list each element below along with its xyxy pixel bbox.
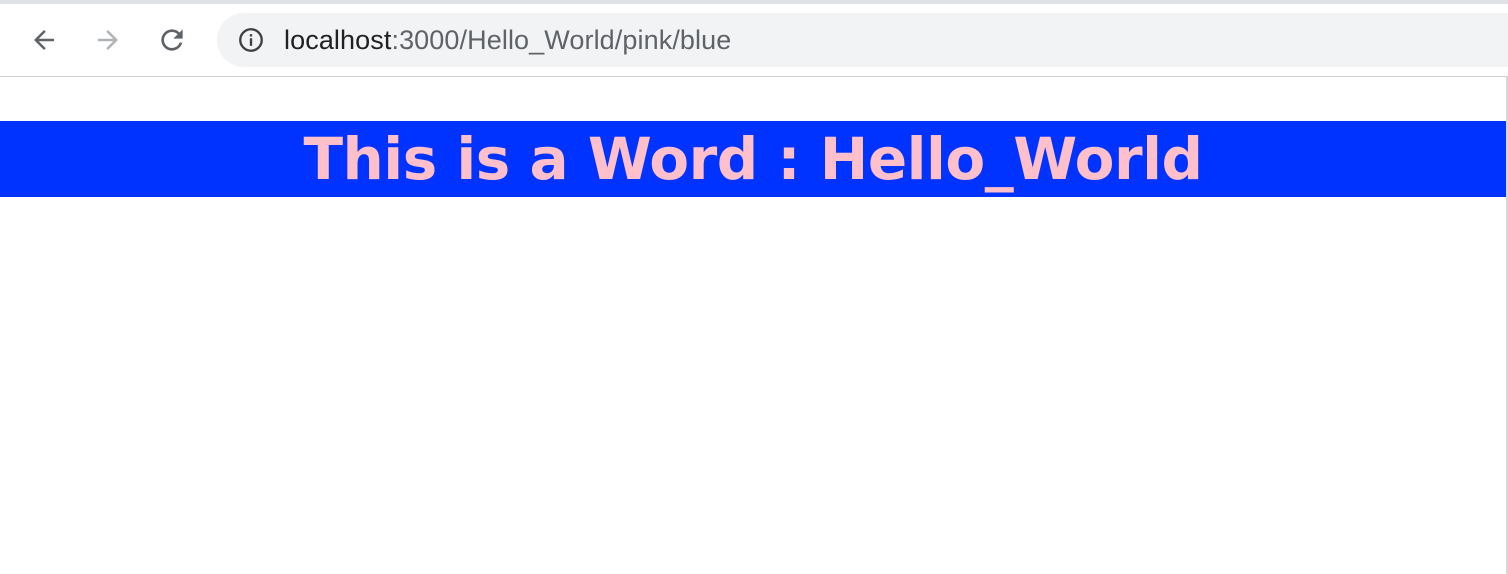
info-icon[interactable]: [236, 25, 266, 55]
url-host: localhost: [284, 24, 392, 55]
reload-button[interactable]: [152, 20, 192, 60]
url-path: :3000/Hello_World/pink/blue: [391, 24, 732, 55]
address-bar[interactable]: localhost:3000/Hello_World/pink/blue: [217, 13, 1508, 67]
tab-strip-edge: [0, 0, 1508, 4]
reload-icon: [161, 29, 183, 51]
arrow-left-icon: [34, 30, 54, 50]
page-viewport: This is a Word : Hello_World: [0, 77, 1508, 574]
page-heading: This is a Word : Hello_World: [303, 125, 1203, 193]
headline-banner: This is a Word : Hello_World: [0, 121, 1506, 197]
forward-button[interactable]: [88, 20, 128, 60]
arrow-right-icon: [98, 30, 118, 50]
back-button[interactable]: [24, 20, 64, 60]
browser-toolbar: localhost:3000/Hello_World/pink/blue: [0, 0, 1508, 77]
url-text[interactable]: localhost:3000/Hello_World/pink/blue: [284, 25, 731, 56]
